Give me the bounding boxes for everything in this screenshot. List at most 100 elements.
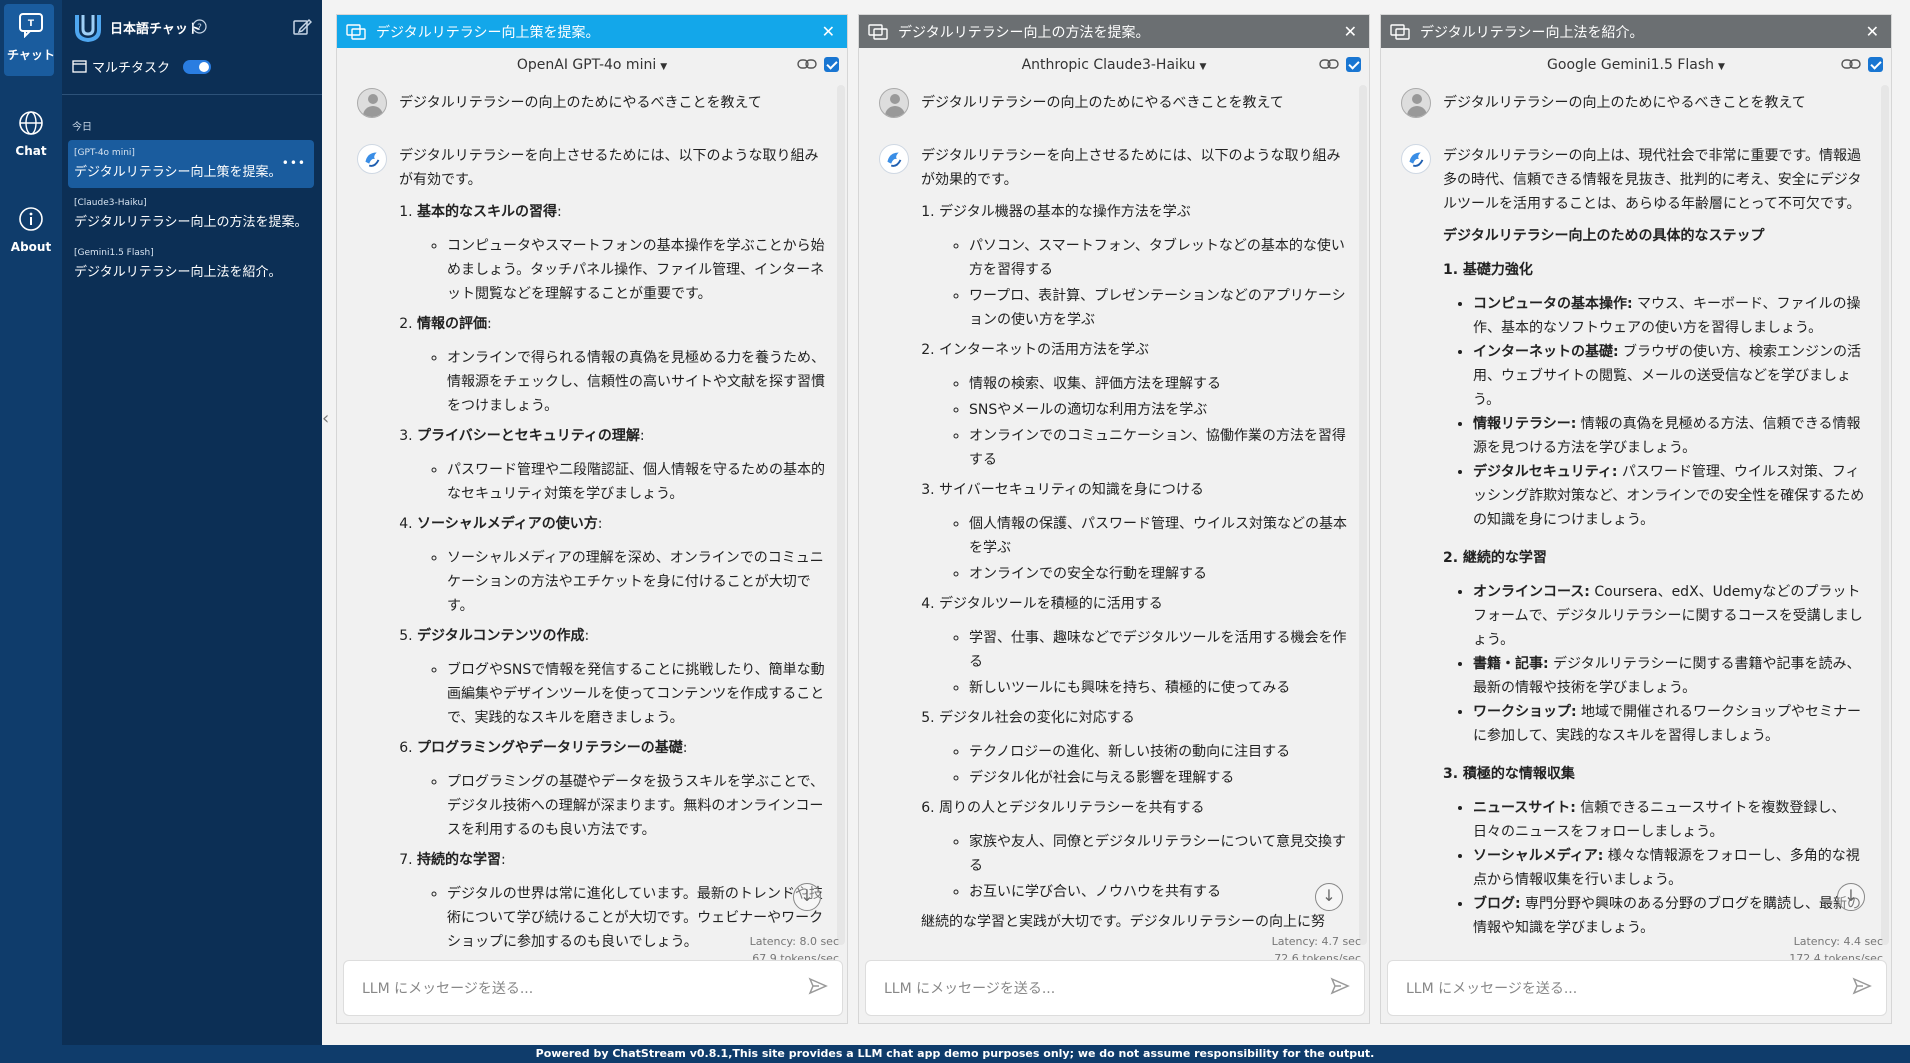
- scrollbar[interactable]: [1881, 85, 1889, 945]
- close-icon[interactable]: ✕: [1344, 22, 1357, 41]
- history-item-title: デジタルリテラシー向上法を紹介。: [74, 265, 282, 280]
- list-item: プログラミングやデータリテラシーの基礎:プログラミングの基礎やデータを扱うスキル…: [417, 736, 827, 842]
- list-item-bullet: 家族や友人、同僚とデジタルリテラシーについて意見交換する: [969, 830, 1349, 878]
- assistant-message: デジタルリテラシーの向上は、現代社会で非常に重要です。情報過多の時代、信頼できる…: [1401, 144, 1871, 954]
- model-selector[interactable]: OpenAI GPT-4o mini ▼: [337, 48, 847, 82]
- scroll-down-icon[interactable]: ↓: [1315, 883, 1343, 911]
- app-logo-icon: [75, 15, 101, 42]
- close-icon[interactable]: ✕: [822, 22, 835, 41]
- user-avatar: [1401, 88, 1431, 118]
- svg-text:T: T: [28, 19, 35, 29]
- list-item: デジタル社会の変化に対応するテクノロジーの進化、新しい技術の動向に注目するデジタ…: [939, 706, 1349, 790]
- section-list: ニュースサイト: 信頼できるニュースサイトを複数登録し、日々のニュースをフォロー…: [1443, 796, 1871, 940]
- panel-title: デジタルリテラシー向上の方法を提案。: [898, 24, 1150, 41]
- link-icon[interactable]: [797, 57, 817, 71]
- list-item-bullet: オンラインでのコミュニケーション、協働作業の方法を習得する: [969, 424, 1349, 472]
- list-item-bullet: オンラインで得られる情報の真偽を見極める力を養うため、情報源をチェックし、信頼性…: [447, 346, 827, 418]
- message-input[interactable]: LLM にメッセージを送る...: [1387, 960, 1887, 1016]
- list-item-bullet: テクノロジーの進化、新しい技術の動向に注目する: [969, 740, 1349, 764]
- user-message: デジタルリテラシーの向上のためにやるべきことを教えて: [1401, 88, 1806, 118]
- latency-value: Latency: 4.4 sec: [1793, 935, 1883, 948]
- list-item-bullet: パスワード管理や二段階認証、個人情報を守るための基本的なセキュリティ対策を学びま…: [447, 458, 827, 506]
- response-list: デジタル機器の基本的な操作方法を学ぶパソコン、スマートフォン、タブレットなどの基…: [921, 200, 1349, 904]
- panel-title: デジタルリテラシー向上策を提案。: [376, 24, 600, 41]
- history-item-model: [Claude3-Haiku]: [74, 198, 147, 208]
- section-heading: 1. 基礎力強化: [1443, 262, 1533, 278]
- list-item: ソーシャルメディアの使い方:ソーシャルメディアの理解を深め、オンラインでのコミュ…: [417, 512, 827, 618]
- message-list: デジタルリテラシーの向上のためにやるべきことを教えて デジタルリテラシーを向上さ…: [337, 82, 847, 960]
- list-item-heading: インターネットの活用方法を学ぶ: [939, 342, 1149, 358]
- scroll-down-icon[interactable]: ↓: [793, 883, 821, 911]
- rail-item-chat-ja[interactable]: T チャット: [0, 12, 62, 63]
- new-chat-edit-icon[interactable]: [292, 17, 312, 37]
- list-item-bullet: 学習、仕事、趣味などでデジタルツールを活用する機会を作る: [969, 626, 1349, 674]
- model-selector[interactable]: Google Gemini1.5 Flash ▼: [1381, 48, 1891, 82]
- sidebar: 日本語チャット ? マルチタスク 今日 [GPT-4o mini] デジタルリテ…: [62, 0, 322, 1045]
- history-item[interactable]: [GPT-4o mini] デジタルリテラシー向上策を提案。 •••: [68, 140, 314, 188]
- list-item: 基本的なスキルの習得:コンピュータやスマートフォンの基本操作を学ぶことから始めま…: [417, 200, 827, 306]
- history-item[interactable]: [Claude3-Haiku] デジタルリテラシー向上の方法を提案。: [68, 190, 314, 238]
- message-input[interactable]: LLM にメッセージを送る...: [343, 960, 843, 1016]
- response-heading: デジタルリテラシー向上のための具体的なステップ: [1443, 228, 1765, 244]
- list-item-bullet: ブログやSNSで情報を発信することに挑戦したり、簡単な動画編集やデザインツールを…: [447, 658, 827, 730]
- send-icon[interactable]: [808, 977, 828, 995]
- list-item-heading: 周りの人とデジタルリテラシーを共有する: [939, 800, 1205, 816]
- panel-title-bar: デジタルリテラシー向上の方法を提案。 ✕: [859, 15, 1369, 48]
- send-icon[interactable]: [1330, 977, 1350, 995]
- help-icon[interactable]: ?: [192, 19, 207, 34]
- section-heading: 2. 継続的な学習: [1443, 550, 1547, 566]
- assistant-message: デジタルリテラシーを向上させるためには、以下のような取り組みが有効です。 基本的…: [357, 144, 827, 960]
- list-item-heading: サイバーセキュリティの知識を身につける: [939, 482, 1204, 498]
- panel-title-bar: デジタルリテラシー向上法を紹介。 ✕: [1381, 15, 1891, 48]
- list-item-bullet: 情報の検索、収集、評価方法を理解する: [969, 372, 1349, 396]
- model-name: Google Gemini1.5 Flash: [1547, 57, 1715, 73]
- collapse-sidebar-icon[interactable]: ‹: [322, 408, 329, 429]
- history-item-title: デジタルリテラシー向上の方法を提案。: [74, 215, 308, 230]
- list-item: コンピュータの基本操作: マウス、キーボード、ファイルの操作、基本的なソフトウェ…: [1473, 292, 1871, 340]
- chat-bubble-icon: T: [19, 13, 43, 38]
- send-icon[interactable]: [1852, 977, 1872, 995]
- close-icon[interactable]: ✕: [1866, 22, 1879, 41]
- chat-window-icon: [346, 23, 366, 40]
- list-item: サイバーセキュリティの知識を身につける個人情報の保護、パスワード管理、ウイルス対…: [939, 478, 1349, 586]
- scrollbar[interactable]: [1359, 85, 1367, 945]
- user-avatar: [357, 88, 387, 118]
- list-item-heading: 基本的なスキルの習得: [417, 204, 557, 220]
- list-item-bullet: オンラインでの安全な行動を理解する: [969, 562, 1349, 586]
- list-item: ソーシャルメディア: 様々な情報源をフォローし、多角的な視点から情報収集を行いま…: [1473, 844, 1871, 892]
- list-item: 情報リテラシー: 情報の真偽を見極める方法、信頼できる情報源を見つける方法を学び…: [1473, 412, 1871, 460]
- list-item-key: デジタルセキュリティ:: [1473, 464, 1618, 480]
- panel-checkbox[interactable]: [1346, 57, 1361, 72]
- chat-panel-gemini: デジタルリテラシー向上法を紹介。 ✕ Google Gemini1.5 Flas…: [1380, 14, 1892, 1024]
- assistant-avatar-icon: [357, 144, 387, 174]
- list-item-heading: プライバシーとセキュリティの理解: [417, 428, 640, 444]
- history-section-today: 今日: [72, 122, 92, 133]
- user-message-text: デジタルリテラシーの向上のためにやるべきことを教えて: [921, 95, 1284, 111]
- link-icon[interactable]: [1841, 57, 1861, 71]
- history-item[interactable]: [Gemini1.5 Flash] デジタルリテラシー向上法を紹介。: [68, 240, 314, 288]
- chat-window-icon: [868, 23, 888, 40]
- model-selector[interactable]: Anthropic Claude3-Haiku ▼: [859, 48, 1369, 82]
- scroll-down-icon[interactable]: ↓: [1837, 883, 1865, 911]
- link-icon[interactable]: [1319, 57, 1339, 71]
- rail-label-chat: Chat: [15, 144, 47, 158]
- history-more-icon[interactable]: •••: [282, 156, 306, 170]
- rail-item-about[interactable]: About: [0, 206, 62, 254]
- list-item-bullet: デジタル化が社会に与える影響を理解する: [969, 766, 1349, 790]
- list-item-key: コンピュータの基本操作:: [1473, 296, 1633, 312]
- scrollbar[interactable]: [837, 85, 845, 945]
- list-item-bullet: プログラミングの基礎やデータを扱うスキルを学ぶことで、デジタル技術への理解が深ま…: [447, 770, 827, 842]
- list-item-key: オンラインコース:: [1473, 584, 1590, 600]
- message-input-placeholder: LLM にメッセージを送る...: [1406, 981, 1578, 997]
- multitask-toggle[interactable]: [183, 59, 212, 74]
- panel-checkbox[interactable]: [824, 57, 839, 72]
- rail-label-about: About: [10, 240, 52, 254]
- panel-checkbox[interactable]: [1868, 57, 1883, 72]
- rail-label-chat-ja: チャット: [7, 48, 55, 62]
- list-item: オンラインコース: Coursera、edX、Udemyなどのプラットフォームで…: [1473, 580, 1871, 652]
- list-item-heading: デジタルツールを積極的に活用する: [939, 596, 1163, 612]
- list-item-key: ブログ:: [1473, 896, 1521, 912]
- rail-item-chat[interactable]: Chat: [0, 110, 62, 158]
- message-input[interactable]: LLM にメッセージを送る...: [865, 960, 1365, 1016]
- assistant-avatar-icon: [1401, 144, 1431, 174]
